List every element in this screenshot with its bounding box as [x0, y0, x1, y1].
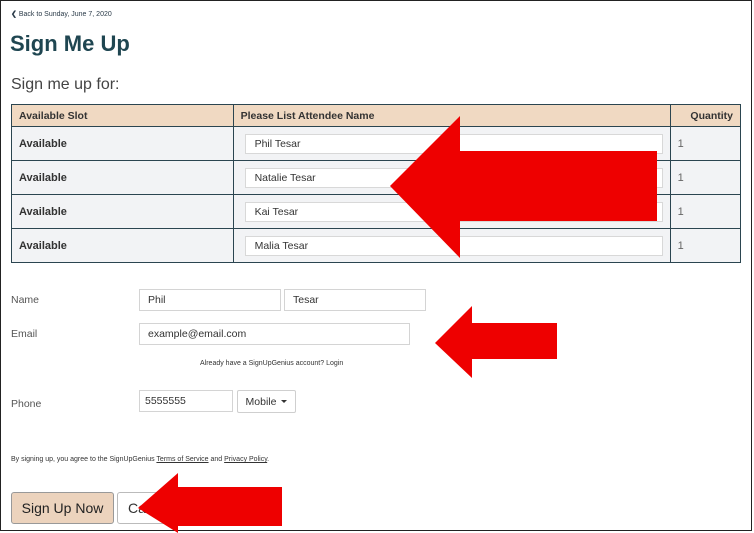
slot-quantity: 1: [669, 160, 742, 195]
phone-label: Phone: [11, 398, 42, 410]
last-name-input[interactable]: [284, 289, 426, 311]
phone-type-value: Mobile: [245, 395, 277, 408]
section-subheading: Sign me up for:: [11, 76, 120, 93]
phone-input[interactable]: [139, 390, 233, 412]
caret-down-icon: [281, 400, 288, 403]
attendee-cell: [232, 194, 671, 229]
slot-quantity: 1: [669, 126, 742, 161]
privacy-policy-link[interactable]: Privacy Policy: [224, 456, 267, 463]
attendee-name-input[interactable]: [244, 201, 663, 222]
table-row: Available 1: [11, 194, 742, 229]
slots-table: Available Slot Please List Attendee Name…: [11, 104, 742, 263]
page-title: Sign Me Up: [10, 31, 130, 56]
phone-type-dropdown[interactable]: Mobile: [237, 390, 296, 413]
slot-quantity: 1: [669, 228, 742, 263]
table-row: Available 1: [11, 160, 742, 195]
table-header-row: Available Slot Please List Attendee Name…: [11, 104, 742, 127]
header-available-slot: Available Slot: [11, 104, 234, 127]
attendee-name-input[interactable]: [244, 133, 663, 154]
email-label: Email: [11, 328, 38, 340]
slot-quantity: 1: [669, 194, 742, 229]
cancel-button[interactable]: Cancel: [117, 492, 177, 524]
name-label: Name: [11, 294, 40, 306]
terms-prefix: By signing up, you agree to the SignUpGe…: [11, 456, 157, 463]
login-note[interactable]: Already have a SignUpGenius account? Log…: [200, 360, 343, 367]
terms-of-service-link[interactable]: Terms of Service: [156, 456, 208, 463]
attendee-name-input[interactable]: [244, 167, 663, 188]
back-link[interactable]: ❮ Back to Sunday, June 7, 2020: [11, 10, 112, 19]
terms-notice: By signing up, you agree to the SignUpGe…: [11, 456, 269, 463]
attendee-cell: [232, 160, 671, 195]
table-row: Available 1: [11, 126, 742, 161]
header-attendee-name: Please List Attendee Name: [232, 104, 671, 127]
terms-and: and: [208, 456, 225, 463]
sign-up-now-button[interactable]: Sign Up Now: [11, 492, 114, 524]
slot-status: Available: [11, 160, 234, 195]
slot-status: Available: [11, 228, 234, 263]
terms-suffix: .: [267, 456, 270, 463]
chevron-left-icon: ❮: [11, 11, 17, 18]
attendee-name-input[interactable]: [244, 235, 663, 256]
first-name-input[interactable]: [139, 289, 281, 311]
header-quantity: Quantity: [669, 104, 742, 127]
back-link-label: Back to Sunday, June 7, 2020: [18, 10, 112, 18]
attendee-cell: [232, 228, 671, 263]
attendee-cell: [232, 126, 671, 161]
slot-status: Available: [11, 194, 234, 229]
email-input[interactable]: [139, 323, 410, 345]
slot-status: Available: [11, 126, 234, 161]
table-row: Available 1: [11, 228, 742, 263]
